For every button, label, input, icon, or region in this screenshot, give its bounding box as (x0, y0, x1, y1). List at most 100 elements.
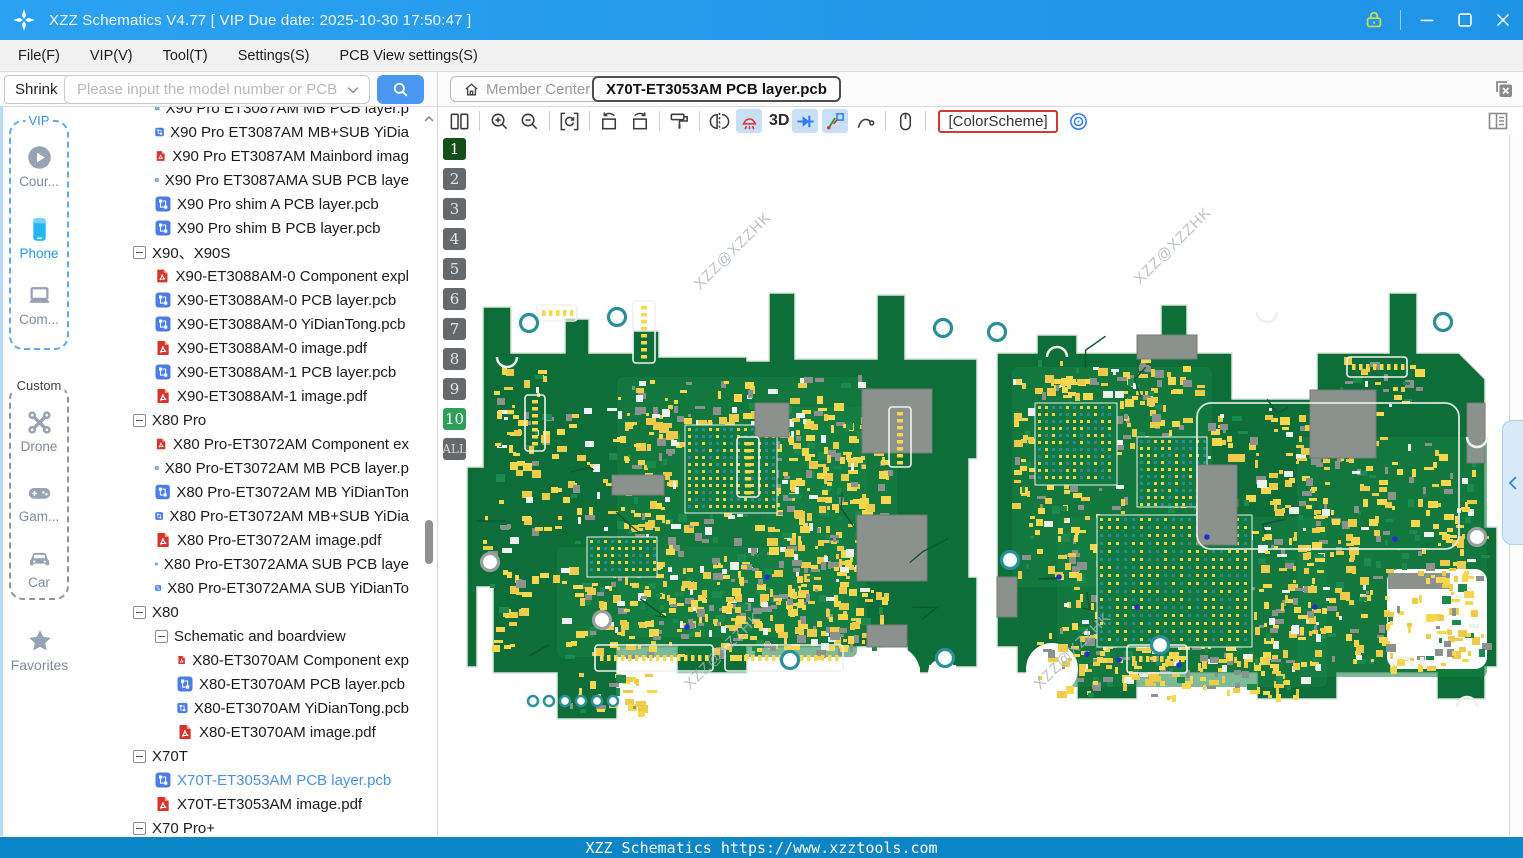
group-label-vip: VIP (25, 113, 53, 128)
tree-group[interactable]: Schematic and boardview (79, 624, 409, 648)
tree-group[interactable]: X90、X90S (79, 240, 409, 264)
tree-group[interactable]: X70T (79, 744, 409, 768)
tree-item[interactable]: X90 Pro ET3087AM MB PCB layer.p (79, 107, 409, 120)
collapse-toggle-icon[interactable] (133, 413, 146, 427)
layer-button-4[interactable]: 4 (443, 228, 466, 250)
tree-item[interactable]: X90 Pro ET3087AM MB+SUB YiDia (79, 120, 409, 144)
layer-button-10[interactable]: 10 (443, 408, 466, 430)
tree-scroll-thumb[interactable] (425, 520, 433, 564)
close-button[interactable] (1491, 8, 1515, 32)
toolbar-rotate-left-icon[interactable] (596, 109, 622, 133)
tree-item[interactable]: X90-ET3088AM-0 YiDianTong.pcb (79, 312, 409, 336)
search-combobox[interactable]: Please input the model number or PCB (64, 75, 370, 104)
layer-button-9[interactable]: 9 (443, 378, 466, 400)
license-lock-icon[interactable] (1362, 8, 1386, 32)
toolbar-rotate-right-icon[interactable] (626, 109, 652, 133)
menu-item-5[interactable]: PCB View settings(S) (339, 48, 477, 64)
layer-button-6[interactable]: 6 (443, 288, 466, 310)
layer-button-3[interactable]: 3 (443, 198, 466, 220)
toolbar-fit-refresh-icon[interactable] (556, 109, 582, 133)
maximize-button[interactable] (1453, 8, 1477, 32)
sidebar-item-drone[interactable]: Drone (11, 409, 67, 454)
menu-item-2[interactable]: VIP(V) (90, 48, 133, 64)
tree-item[interactable]: X90 Pro shim B PCB layer.pcb (79, 216, 409, 240)
tree-item[interactable]: X90-ET3088AM-0 Component expl (79, 264, 409, 288)
panel-expand-handle[interactable] (1502, 420, 1523, 545)
tree-item[interactable]: X90-ET3088AM-0 image.pdf (79, 336, 409, 360)
layer-button-8[interactable]: 8 (443, 348, 466, 370)
tree-item-label: X90-ET3088AM-1 image.pdf (177, 387, 368, 405)
toolbar-lamp-icon[interactable] (736, 109, 762, 133)
toolbar-mirror-flip-icon[interactable] (706, 109, 732, 133)
sidebar-item-label: Phone (19, 246, 59, 261)
menu-item-3[interactable]: Tool(T) (163, 48, 208, 64)
tree-item[interactable]: X90 Pro shim A PCB layer.pcb (79, 192, 409, 216)
tree-item[interactable]: X90 Pro ET3087AM Mainbord imag (79, 144, 409, 168)
toolbar-paint-roller-icon[interactable] (666, 109, 692, 133)
collapse-toggle-icon[interactable] (133, 605, 146, 619)
tree-item[interactable]: X80 Pro-ET3072AMA SUB PCB laye (79, 552, 409, 576)
statusbar: XZZ Schematics https://www.xzztools.com (0, 837, 1523, 858)
tree-item[interactable]: X90-ET3088AM-1 PCB layer.pcb (79, 360, 409, 384)
pcb-board-canvas[interactable]: XZZ@XZZHK XZZ@XZZHKXZZ@XZZHK XZZ@XZZHK (437, 135, 1523, 836)
sidebar-item-car[interactable]: Car (11, 545, 67, 590)
tree-item[interactable]: X80-ET3070AM YiDianTong.pcb (79, 696, 409, 720)
scroll-up-icon[interactable] (423, 113, 435, 125)
tree-item[interactable]: X90-ET3088AM-0 PCB layer.pcb (79, 288, 409, 312)
collapse-toggle-icon[interactable] (133, 821, 146, 835)
chevron-down-icon[interactable] (345, 82, 361, 98)
tree-item[interactable]: X80 Pro-ET3072AM MB+SUB YiDia (79, 504, 409, 528)
sidebar-item-com[interactable]: Com... (11, 282, 67, 327)
tree-item[interactable]: X80 Pro-ET3072AM Component ex (79, 432, 409, 456)
layer-button-1[interactable]: 1 (443, 138, 466, 160)
toolbar-separator (549, 111, 550, 131)
minimize-button[interactable] (1415, 8, 1439, 32)
shrink-button[interactable]: Shrink (4, 75, 69, 104)
sidebar-item-cour[interactable]: Cour... (11, 144, 67, 189)
tree-item[interactable]: X70T-ET3053AM image.pdf (79, 792, 409, 816)
tree-item[interactable]: X70T-ET3053AM PCB layer.pcb (79, 768, 409, 792)
tree-group[interactable]: X80 Pro (79, 408, 409, 432)
tree-item[interactable]: X90 Pro ET3087AMA SUB PCB laye (79, 168, 409, 192)
tree-item[interactable]: X80-ET3070AM image.pdf (79, 720, 409, 744)
tree-item[interactable]: X80-ET3070AM Component exp (79, 648, 409, 672)
tree-item[interactable]: X80 Pro-ET3072AM MB PCB layer.p (79, 456, 409, 480)
rotate-left-icon (601, 111, 616, 129)
sidebar-item-favorites[interactable]: Favorites (0, 627, 79, 673)
tree-item-label: X80 Pro-ET3072AM image.pdf (177, 531, 382, 549)
toolbar-net-probe-icon[interactable] (822, 109, 849, 133)
color-scheme-button[interactable]: [ColorScheme] (938, 109, 1058, 133)
menu-item-1[interactable]: File(F) (18, 48, 60, 64)
sidebar-item-phone[interactable]: Phone (11, 216, 67, 261)
collapse-toggle-icon[interactable] (133, 245, 146, 259)
close-all-tabs-icon[interactable] (1492, 77, 1516, 101)
tree-item[interactable]: X80-ET3070AM PCB layer.pcb (79, 672, 409, 696)
tree-item[interactable]: X80 Pro-ET3072AM MB YiDianTon (79, 480, 409, 504)
layer-button-5[interactable]: 5 (443, 258, 466, 280)
tree-item[interactable]: X90-ET3088AM-1 image.pdf (79, 384, 409, 408)
layer-button-all[interactable]: ALL (442, 438, 467, 460)
layers-panel-toggle-icon[interactable] (1486, 109, 1510, 133)
tree-scrollbar[interactable] (423, 107, 435, 836)
tree-item[interactable]: X80 Pro-ET3072AMA SUB YiDianTo (79, 576, 409, 600)
toolbar-target-circles-icon[interactable] (1066, 109, 1092, 133)
tree-item[interactable]: X80 Pro-ET3072AM image.pdf (79, 528, 409, 552)
tree-group[interactable]: X80 (79, 600, 409, 624)
toolbar-zoom-in-icon[interactable] (486, 109, 512, 133)
toolbar-curve-icon[interactable] (852, 109, 878, 133)
layer-button-2[interactable]: 2 (443, 168, 466, 190)
layer-button-7[interactable]: 7 (443, 318, 466, 340)
tab-member-center[interactable]: Member Center (450, 76, 604, 102)
search-button[interactable] (377, 75, 424, 104)
toolbar-zoom-out-icon[interactable] (516, 109, 542, 133)
tree-group[interactable]: X70 Pro+ (79, 816, 409, 836)
sidebar-item-gam[interactable]: Gam... (11, 479, 67, 524)
toolbar-mouse-icon[interactable] (892, 109, 918, 133)
collapse-toggle-icon[interactable] (133, 749, 146, 763)
toolbar-diode-icon[interactable] (792, 109, 819, 133)
tab-pcb-file[interactable]: X70T-ET3053AM PCB layer.pcb (592, 76, 841, 102)
menu-item-4[interactable]: Settings(S) (238, 48, 310, 64)
toolbar-3d-button[interactable]: 3D (766, 112, 792, 130)
toolbar-split-view-icon[interactable] (446, 109, 472, 133)
collapse-toggle-icon[interactable] (155, 629, 168, 643)
